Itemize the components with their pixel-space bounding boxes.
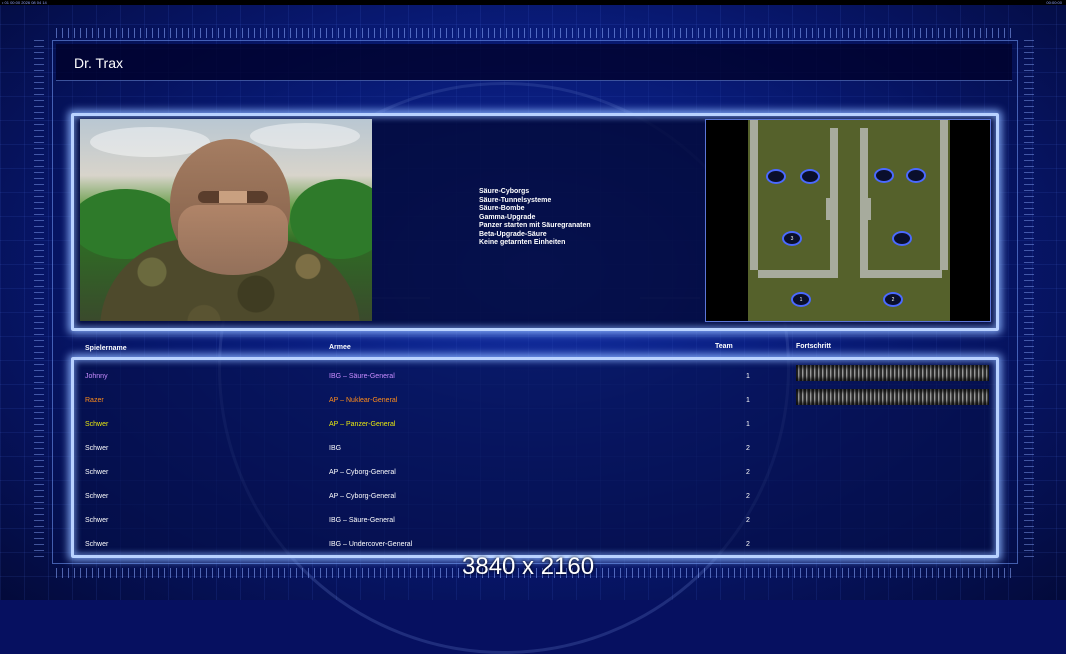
ability-item: Gamma-Upgrade [479, 213, 536, 221]
top-status-bar: • 01 00:00 2026 08 04 14 00:00:00 [0, 0, 1066, 5]
ability-item: Säure-Tunnelsysteme [479, 196, 552, 204]
player-name: Razer [85, 397, 104, 404]
right-ruler [1024, 40, 1034, 562]
player-name: Schwer [85, 541, 109, 548]
top-ruler [56, 28, 1016, 38]
ability-item: Panzer starten mit Säuregranaten [479, 222, 591, 229]
player-army: IBG – Säure-General [329, 517, 395, 524]
start-position-marker [906, 168, 926, 183]
player-team: 1 [746, 421, 750, 428]
status-right-text: 00:00:00 [1046, 0, 1062, 5]
player-name: Schwer [85, 493, 109, 500]
player-row: Schwer AP – Cyborg-General 2 [80, 461, 990, 485]
resolution-watermark: 3840 x 2160 [462, 553, 595, 580]
start-position-marker: 3 [782, 231, 802, 246]
general-portrait [80, 119, 372, 321]
player-name: Schwer [85, 421, 109, 428]
status-left-text: • 01 00:00 2026 08 04 14 [2, 0, 47, 5]
ability-item: Beta-Upgrade-Säure [479, 230, 547, 238]
general-abilities-list: Säure-Cyborgs Säure-Tunnelsysteme Säure-… [479, 188, 591, 248]
start-position-marker: 2 [883, 292, 903, 307]
player-army: IBG [329, 445, 342, 452]
player-name: Schwer [85, 445, 109, 452]
ability-item: Säure-Cyborgs [479, 188, 530, 195]
player-team: 1 [746, 373, 750, 380]
start-position-marker [892, 231, 912, 246]
player-team: 1 [746, 397, 750, 404]
start-position-marker [874, 168, 894, 183]
player-army: AP – Panzer-General [329, 421, 396, 428]
start-position-marker [766, 169, 786, 184]
player-army: AP – Cyborg-General [329, 469, 396, 476]
player-row: Schwer IBG 2 [80, 437, 990, 461]
player-name: Schwer [85, 517, 109, 524]
player-army: IBG – Undercover-General [329, 541, 413, 548]
player-team: 2 [746, 493, 750, 500]
player-team: 2 [746, 469, 750, 476]
header-progress: Fortschritt [796, 343, 831, 350]
player-row: Schwer AP – Panzer-General 1 [80, 413, 990, 437]
ability-item: Keine getarnten Einheiten [479, 239, 566, 246]
player-row: Schwer IBG – Säure-General 2 [80, 509, 990, 533]
minimap: 3 1 2 [705, 119, 991, 322]
header-army: Armee [329, 344, 351, 351]
general-name-title: Dr. Trax [74, 55, 124, 71]
title-bar [56, 44, 1012, 81]
loading-progress-bar [796, 365, 989, 381]
player-team: 2 [746, 517, 750, 524]
player-row: Razer AP – Nuklear-General 1 [80, 389, 990, 413]
player-name: Johnny [85, 373, 108, 380]
minimap-terrain [748, 120, 950, 321]
player-team: 2 [746, 445, 750, 452]
player-row: Schwer AP – Cyborg-General 2 [80, 485, 990, 509]
player-team: 2 [746, 541, 750, 548]
header-team: Team [715, 343, 733, 350]
ability-item: Säure-Bombe [479, 205, 525, 212]
header-player-name: Spielername [85, 345, 127, 352]
player-army: AP – Nuklear-General [329, 397, 398, 404]
player-army: IBG – Säure-General [329, 373, 395, 380]
loading-progress-bar [796, 389, 989, 405]
left-ruler [34, 40, 44, 562]
start-position-marker [800, 169, 820, 184]
player-row: Johnny IBG – Säure-General 1 [80, 365, 990, 389]
player-name: Schwer [85, 469, 109, 476]
start-position-marker: 1 [791, 292, 811, 307]
player-army: AP – Cyborg-General [329, 493, 396, 500]
